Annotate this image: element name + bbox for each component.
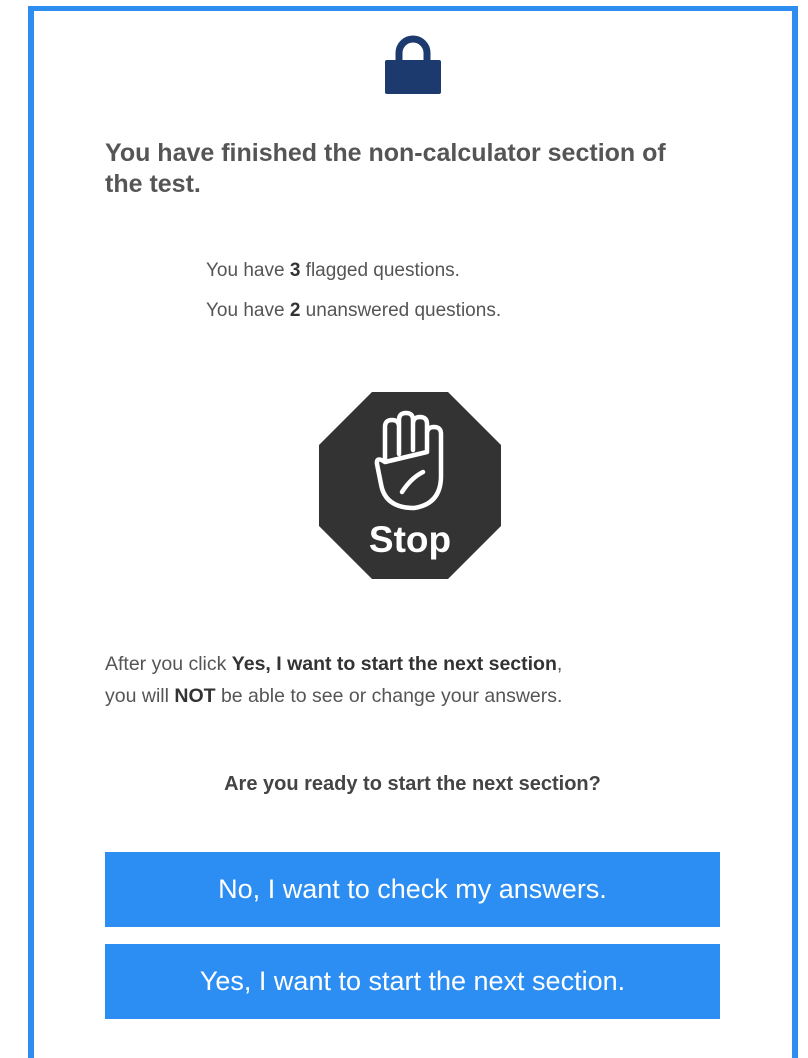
- page-title: You have finished the non-calculator sec…: [105, 139, 666, 198]
- unanswered-count: 2: [289, 300, 301, 321]
- warning-text: After you click Yes, I want to start the…: [105, 653, 563, 707]
- button-reference: Yes, I want to start the next section: [231, 653, 557, 675]
- flagged-count-text: You have 3 flagged questions.: [206, 260, 460, 281]
- unanswered-count-text: You have 2 unanswered questions.: [206, 300, 502, 321]
- lock-icon: [385, 35, 441, 94]
- ready-question: Are you ready to start the next section?: [224, 773, 601, 795]
- check-answers-button[interactable]: No, I want to check my answers.: [105, 852, 720, 927]
- not-emphasis: NOT: [174, 685, 216, 707]
- stop-sign-icon: Stop: [319, 392, 501, 579]
- question-counts: You have 3 flagged questions. You have 2…: [206, 256, 501, 336]
- stop-label: Stop: [369, 519, 451, 560]
- flagged-count: 3: [289, 260, 301, 281]
- start-next-section-button[interactable]: Yes, I want to start the next section.: [105, 944, 720, 1019]
